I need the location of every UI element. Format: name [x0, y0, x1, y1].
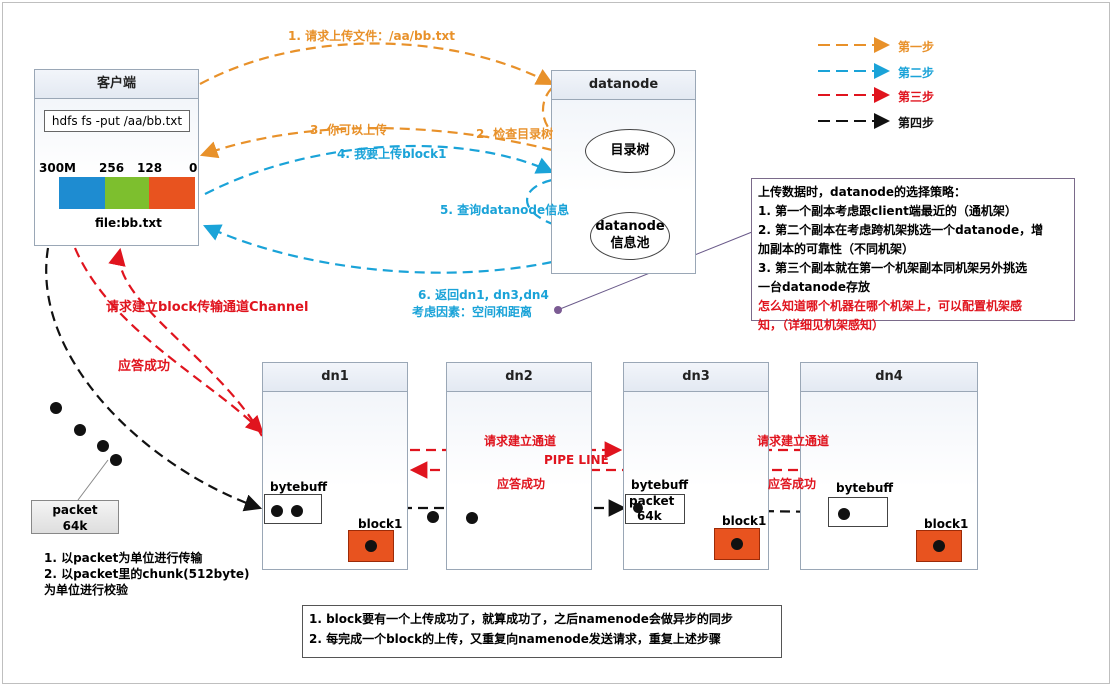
dn1-block-label: block1: [358, 517, 403, 531]
strategy-line-3: 2. 第二个副本在考虑跨机架挑选一个datanode，增: [758, 223, 1044, 237]
strategy-line-7: 怎么知道哪个机器在哪个机架上，可以配置机架感: [758, 299, 1023, 313]
dn3-block-packet: [731, 538, 743, 550]
file-name: file:bb.txt: [95, 216, 162, 230]
step3-label: 3. 你可以上传: [310, 123, 388, 137]
client-title: 客户端: [35, 70, 198, 99]
command-box: hdfs fs -put /aa/bb.txt: [44, 110, 190, 132]
bottom-note: 1. block要有一个上传成功了，就算成功了，之后namenode会做异步的同…: [302, 605, 782, 658]
step5-label: 5. 查询datanode信息: [440, 203, 570, 217]
strategy-note: 上传数据时，datanode的选择策略： 1. 第一个副本考虑跟client端最…: [751, 178, 1075, 332]
arrow-data-flow-client: [45, 247, 263, 512]
channel-reply-label: 应答成功: [118, 359, 171, 374]
packet-size: 64k: [62, 519, 88, 533]
strategy-line-8: 知，（详细见机架感知）: [758, 318, 885, 332]
dn1-block-packet: [365, 540, 377, 552]
channel-request-label: 请求建立block传输通道Channel: [106, 300, 309, 315]
arrow-step1: [199, 42, 554, 86]
transit-packet-2: [466, 512, 478, 524]
dn4-block-packet: [933, 540, 945, 552]
step1-label: 1. 请求上传文件：/aa/bb.txt: [288, 29, 455, 43]
packet-box: packet 64k: [31, 500, 119, 534]
dn4-buffer-label: bytebuff: [836, 481, 894, 495]
step4-label: 4. 我要上传block1: [337, 147, 447, 161]
dn1-title: dn1: [263, 363, 407, 392]
file-segment-1: [59, 177, 105, 209]
dn4-block: [916, 530, 962, 562]
packet-note-line1: 1. 以packet为单位进行传输: [44, 551, 203, 565]
dn1-buffer-packet-2: [291, 505, 303, 517]
dn1-block: [348, 530, 394, 562]
strategy-line-6: 一台datanode存放: [758, 280, 871, 294]
directory-tree-node: 目录树: [585, 129, 675, 173]
pipe-request-label-2: 请求建立通道: [757, 434, 830, 448]
step6-label-line2: 考虑因素：空间和距离: [412, 305, 533, 319]
legend-label-3: 第三步: [898, 90, 935, 104]
datanode-pool-node: datanode 信息池: [590, 212, 670, 260]
packet-note: 1. 以packet为单位进行传输 2. 以packet里的chunk(512b…: [44, 550, 249, 598]
datanode-pool-line1: datanode: [595, 219, 665, 234]
client-packet-4: [110, 454, 122, 466]
dn4-block-label: block1: [924, 517, 969, 531]
legend-label-2: 第二步: [898, 66, 935, 80]
strategy-line-1: 上传数据时，datanode的选择策略：: [758, 185, 967, 199]
dn1-buffer-label: bytebuff: [270, 480, 328, 494]
arrow-step6: [203, 224, 553, 274]
strategy-line-4: 加副本的可靠性（不同机架）: [758, 242, 915, 256]
pipe-request-label-1: 请求建立通道: [484, 434, 557, 448]
dn3-buffer-packet: [633, 503, 643, 513]
pipe-reply-label-2: 应答成功: [768, 477, 817, 491]
bottom-note-line1: 1. block要有一个上传成功了，就算成功了，之后namenode会做异步的同…: [309, 612, 733, 626]
step2-label: 2. 检查目录树: [476, 127, 554, 141]
strategy-line-5: 3. 第三个副本就在第一个机架副本同机架另外挑选: [758, 261, 1028, 275]
client-packet-1: [50, 402, 62, 414]
legend-label-1: 第一步: [898, 40, 935, 54]
file-segment-2: [105, 177, 149, 209]
datanode-pool-line2: 信息池: [610, 236, 650, 251]
dn3-title: dn3: [624, 363, 768, 392]
step6-label-line1: 6. 返回dn1, dn3,dn4: [418, 288, 549, 302]
client-packet-2: [74, 424, 86, 436]
legend-label-4: 第四步: [898, 116, 935, 130]
pipe-reply-label-1: 应答成功: [497, 477, 546, 491]
scale-128: 128: [137, 161, 163, 175]
dn4-buffer: [828, 497, 888, 527]
packet-note-line3: 为单位进行校验: [44, 583, 129, 597]
pipeline-label: PIPE LINE: [544, 453, 609, 467]
packet-note-line2: 2. 以packet里的chunk(512byte): [44, 567, 250, 581]
client-packet-3: [97, 440, 109, 452]
dn3-block: [714, 528, 760, 560]
dn3-buffer-label: bytebuff: [631, 478, 689, 492]
dn4-buffer-packet: [838, 508, 850, 520]
file-segment-3: [149, 177, 195, 209]
arrow-channel-request: [73, 247, 264, 434]
dn1-buffer-packet-1: [271, 505, 283, 517]
strategy-line-2: 1. 第一个副本考虑跟client端最近的（通机架）: [758, 204, 1017, 218]
dn3-block-label: block1: [722, 514, 767, 528]
dn2-title: dn2: [447, 363, 591, 392]
scale-300m: 300M: [39, 161, 76, 175]
scale-0: 0: [189, 161, 198, 175]
arrow-channel-reply: [108, 247, 263, 437]
client-box: 客户端 hdfs fs -put /aa/bb.txt 300M 256 128…: [34, 69, 199, 246]
directory-tree-label: 目录树: [610, 143, 650, 158]
packet-pointer-line: [77, 459, 109, 501]
dn4-title: dn4: [801, 363, 977, 392]
scale-256: 256: [99, 161, 125, 175]
namenode-title: datanode: [552, 71, 695, 100]
bottom-note-line2: 2. 每完成一个block的上传，又重复向namenode发送请求，重复上述步骤: [309, 632, 721, 646]
transit-packet-1: [427, 511, 439, 523]
packet-label: packet: [52, 503, 98, 517]
